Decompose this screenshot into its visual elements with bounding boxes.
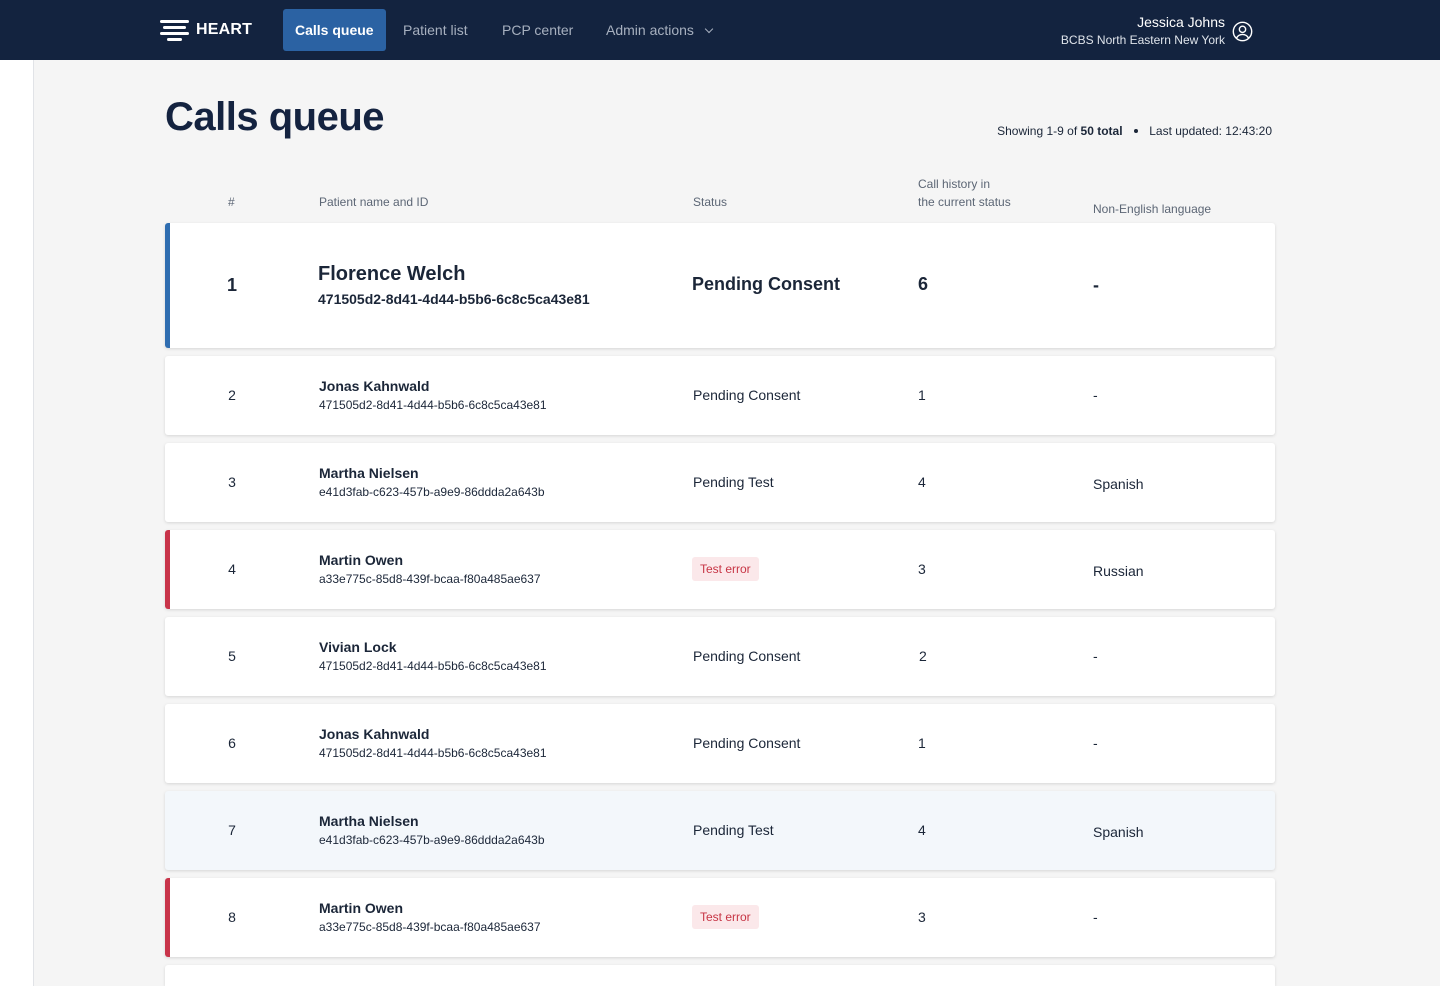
table-row[interactable]: 6 Jonas Kahnwald 471505d2-8d41-4d44-b5b6… bbox=[165, 704, 1275, 783]
patient-id: 471505d2-8d41-4d44-b5b6-6c8c5ca43e81 bbox=[319, 398, 547, 412]
side-rail bbox=[0, 60, 34, 986]
separator-dot bbox=[1133, 129, 1138, 133]
call-count: 6 bbox=[918, 274, 929, 294]
row-number: 6 bbox=[228, 735, 236, 751]
call-count: 3 bbox=[918, 909, 926, 925]
user-org: BCBS North Eastern New York bbox=[1060, 33, 1225, 47]
error-row-stripe bbox=[165, 530, 170, 609]
nav-tab-patient-list[interactable]: Patient list bbox=[391, 9, 480, 51]
patient-language: - bbox=[1093, 275, 1099, 295]
patient-id: 471505d2-8d41-4d44-b5b6-6c8c5ca43e81 bbox=[319, 746, 547, 760]
top-navbar: HEART Calls queue Patient list PCP cente… bbox=[0, 0, 1440, 60]
column-header-patient: Patient name and ID bbox=[319, 195, 429, 209]
table-row[interactable]: 4 Martin Owen a33e775c-85d8-439f-bcaa-f8… bbox=[165, 530, 1275, 609]
table-row[interactable] bbox=[165, 965, 1275, 986]
patient-id: a33e775c-85d8-439f-bcaa-f80a485ae637 bbox=[319, 920, 541, 934]
patient-status: Pending Consent bbox=[693, 648, 801, 664]
patient-name: Martha Nielsen bbox=[319, 813, 419, 829]
patient-language: Russian bbox=[1093, 563, 1144, 579]
patient-name: Martin Owen bbox=[319, 900, 404, 916]
call-count: 4 bbox=[918, 474, 926, 490]
chevron-down-icon bbox=[704, 24, 714, 34]
call-count: 4 bbox=[918, 822, 926, 838]
nav-tab-label: PCP center bbox=[502, 22, 574, 38]
column-header-call-history: Call history in the current status bbox=[918, 175, 1011, 211]
patient-language: Spanish bbox=[1093, 824, 1144, 840]
nav-tab-pcp-center[interactable]: PCP center bbox=[490, 9, 585, 51]
row-number: 8 bbox=[228, 909, 236, 925]
patient-status: Pending Test bbox=[693, 822, 774, 838]
selected-row-stripe bbox=[165, 223, 170, 348]
table-row[interactable]: 3 Martha Nielsen e41d3fab-c623-457b-a9e9… bbox=[165, 443, 1275, 522]
nav-tab-admin-actions[interactable]: Admin actions bbox=[594, 9, 724, 51]
patient-name: Florence Welch bbox=[318, 263, 466, 285]
column-header-language: Non-English language bbox=[1093, 202, 1212, 216]
status-badge-error: Test error bbox=[692, 905, 759, 929]
heart-logo-icon bbox=[160, 18, 189, 42]
column-header-status: Status bbox=[693, 195, 728, 209]
brand-name: HEART bbox=[196, 21, 253, 38]
patient-language: - bbox=[1093, 909, 1098, 925]
call-count: 1 bbox=[918, 735, 926, 751]
row-number: 4 bbox=[228, 561, 236, 577]
patient-status: Pending Consent bbox=[693, 735, 801, 751]
patient-status: Pending Consent bbox=[692, 274, 840, 294]
patient-name: Jonas Kahnwald bbox=[319, 726, 430, 742]
brand-logo[interactable]: HEART bbox=[160, 17, 252, 43]
patient-id: e41d3fab-c623-457b-a9e9-86ddda2a643b bbox=[319, 485, 545, 499]
column-header-number: # bbox=[228, 195, 235, 209]
status-badge-error: Test error bbox=[692, 557, 759, 581]
patient-id: 471505d2-8d41-4d44-b5b6-6c8c5ca43e81 bbox=[318, 291, 590, 307]
patient-language: - bbox=[1093, 735, 1098, 751]
table-row[interactable]: 1 Florence Welch 471505d2-8d41-4d44-b5b6… bbox=[165, 223, 1275, 348]
row-number: 7 bbox=[228, 822, 236, 838]
patient-language: - bbox=[1093, 648, 1098, 664]
patient-name: Martin Owen bbox=[319, 552, 404, 568]
patient-id: 471505d2-8d41-4d44-b5b6-6c8c5ca43e81 bbox=[319, 659, 547, 673]
patient-name: Vivian Lock bbox=[319, 639, 397, 655]
table-row[interactable]: 7 Martha Nielsen e41d3fab-c623-457b-a9e9… bbox=[165, 791, 1275, 870]
call-count: 3 bbox=[918, 561, 926, 577]
nav-tab-label: Calls queue bbox=[295, 22, 374, 38]
row-number: 3 bbox=[228, 474, 236, 490]
patient-status: Pending Consent bbox=[693, 387, 801, 403]
user-info[interactable]: Jessica Johns BCBS North Eastern New Yor… bbox=[1061, 13, 1225, 49]
patient-name: Martha Nielsen bbox=[319, 465, 419, 481]
user-name: Jessica Johns bbox=[1137, 14, 1225, 30]
table-row[interactable]: 8 Martin Owen a33e775c-85d8-439f-bcaa-f8… bbox=[165, 878, 1275, 957]
row-number: 1 bbox=[227, 275, 238, 295]
patient-name: Jonas Kahnwald bbox=[319, 378, 430, 394]
summary-total: 50 total bbox=[1080, 124, 1123, 138]
error-row-stripe bbox=[165, 878, 170, 957]
summary-updated: Last updated: 12:43:20 bbox=[1149, 124, 1272, 138]
column-header-call-history-line2: the current status bbox=[918, 195, 1011, 209]
summary-prefix: Showing 1-9 of bbox=[997, 124, 1078, 138]
patient-language: - bbox=[1093, 387, 1098, 403]
column-header-call-history-line1: Call history in bbox=[918, 177, 991, 191]
table-row[interactable]: 2 Jonas Kahnwald 471505d2-8d41-4d44-b5b6… bbox=[165, 356, 1275, 435]
row-number: 2 bbox=[228, 387, 236, 403]
page-title: Calls queue bbox=[165, 95, 385, 139]
call-count: 2 bbox=[919, 648, 927, 664]
table-row[interactable]: 5 Vivian Lock 471505d2-8d41-4d44-b5b6-6c… bbox=[165, 617, 1275, 696]
patient-language: Spanish bbox=[1093, 476, 1144, 492]
nav-tab-label: Patient list bbox=[403, 22, 468, 38]
queue-summary: Showing 1-9 of 50 total Last updated: 12… bbox=[997, 124, 1272, 138]
row-number: 5 bbox=[228, 648, 236, 664]
patient-id: e41d3fab-c623-457b-a9e9-86ddda2a643b bbox=[319, 833, 545, 847]
nav-tab-label: Admin actions bbox=[606, 22, 694, 38]
user-circle-icon[interactable] bbox=[1232, 21, 1253, 42]
nav-tab-calls-queue[interactable]: Calls queue bbox=[283, 9, 386, 51]
patient-status: Pending Test bbox=[693, 474, 774, 490]
call-count: 1 bbox=[918, 387, 926, 403]
patient-id: a33e775c-85d8-439f-bcaa-f80a485ae637 bbox=[319, 572, 541, 586]
